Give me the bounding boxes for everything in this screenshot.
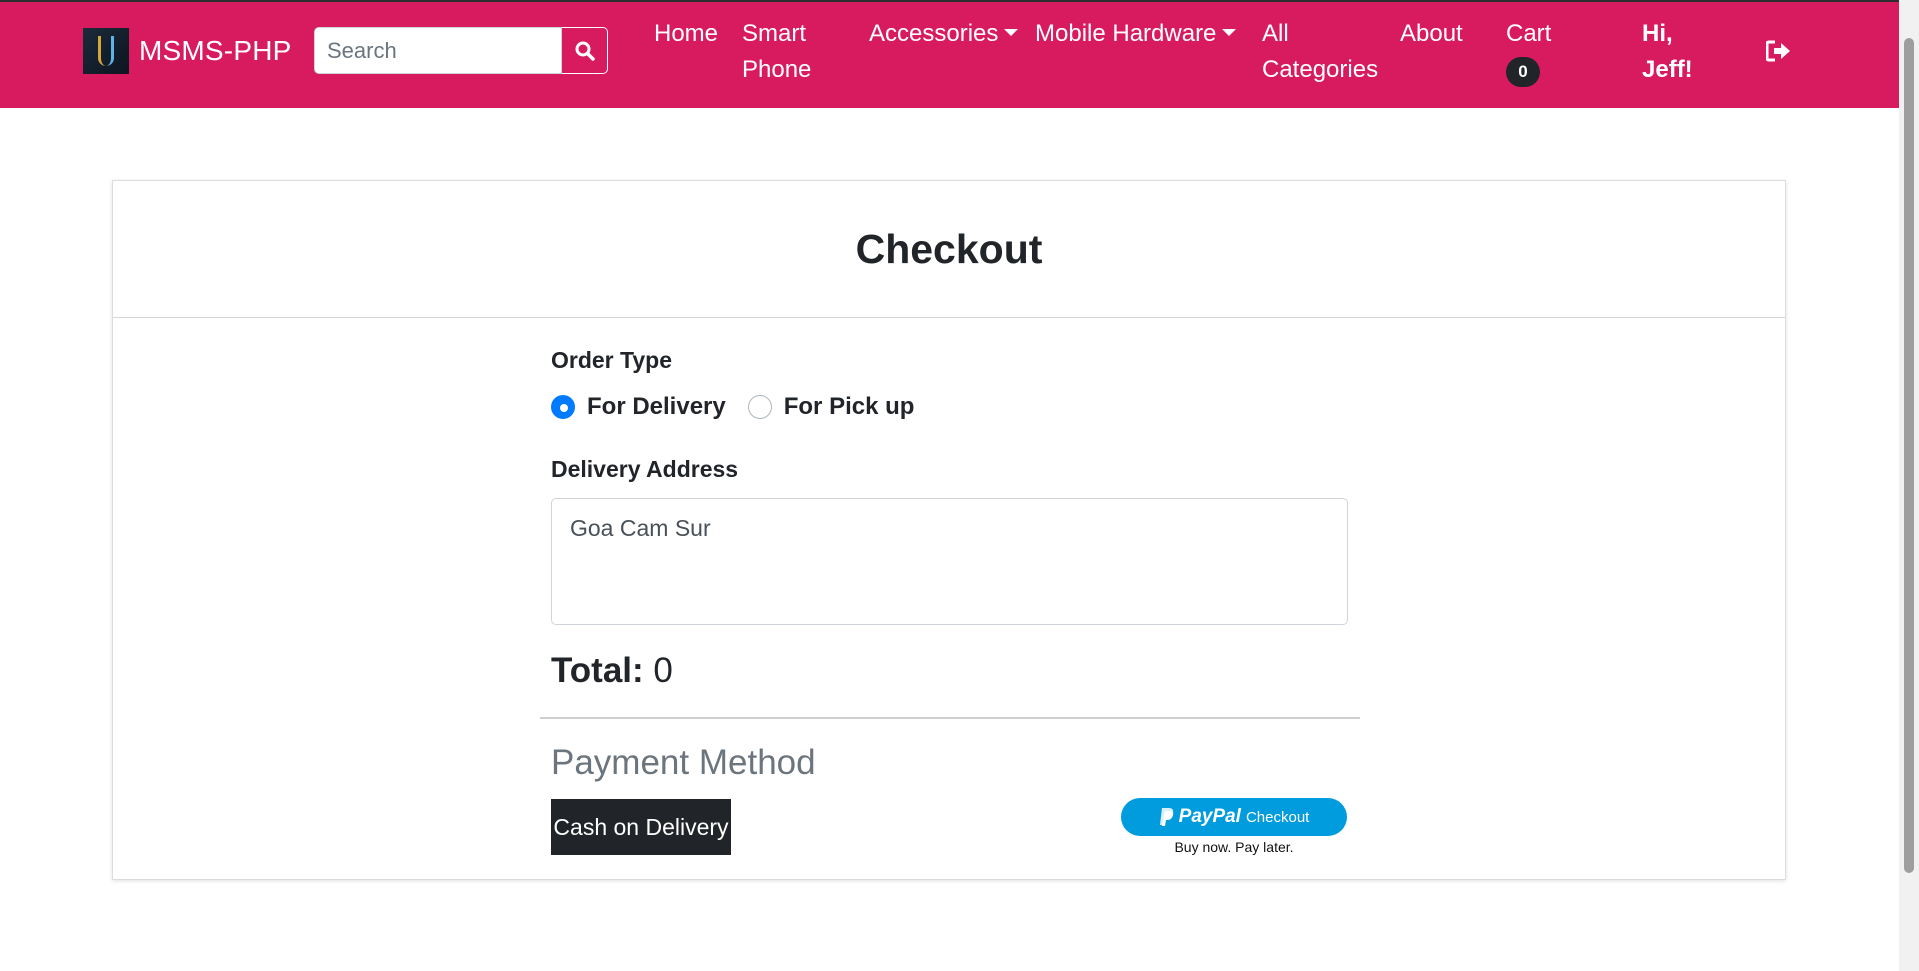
paypal-checkout-button[interactable]: PayPal Checkout <box>1121 798 1347 836</box>
divider <box>540 717 1360 719</box>
order-type-label: Order Type <box>551 347 672 373</box>
nav-all-categories-line1: All <box>1262 20 1289 47</box>
order-type-options: For Delivery For Pick up <box>551 393 936 421</box>
search-icon <box>575 41 595 61</box>
delivery-address-label: Delivery Address <box>551 456 739 482</box>
nav-home[interactable]: Home <box>654 16 718 52</box>
search-input[interactable] <box>314 27 562 74</box>
nav-mobile-hardware-label: Mobile Hardware <box>1035 20 1217 47</box>
page-title: Checkout <box>855 225 1043 272</box>
search-form <box>314 27 608 74</box>
paypal-icon <box>1159 808 1173 826</box>
cart-count-badge: 0 <box>1506 57 1540 87</box>
total-value: 0 <box>653 651 673 690</box>
search-button[interactable] <box>562 27 608 74</box>
paypal-tagline: Buy now. Pay later. <box>1174 839 1294 855</box>
paypal-checkout-label: Checkout <box>1245 808 1310 826</box>
delivery-address-field[interactable]: Goa Cam Sur <box>551 498 1348 625</box>
brand[interactable]: MSMS-PHP <box>83 28 292 74</box>
nav-smart-phone-line1: Smart <box>742 20 807 47</box>
radio-for-pickup-label[interactable]: For Pick up <box>784 393 915 421</box>
logout-button[interactable] <box>1765 40 1792 67</box>
user-greeting: Hi, Jeff! <box>1642 16 1693 88</box>
brand-logo <box>83 28 129 74</box>
nav-cart[interactable]: Cart 0 <box>1506 16 1551 88</box>
total-label: Total: <box>551 651 644 690</box>
payment-method-heading: Payment Method <box>551 743 816 782</box>
nav-accessories-label: Accessories <box>869 20 999 47</box>
user-greeting-line2: Jeff! <box>1642 56 1693 83</box>
nav-about[interactable]: About <box>1400 16 1463 52</box>
nav-smart-phone[interactable]: Smart Phone <box>742 16 811 88</box>
nav-cart-label: Cart <box>1506 20 1552 47</box>
nav-accessories-dropdown[interactable]: Accessories <box>869 16 1018 52</box>
nav-mobile-hardware-dropdown[interactable]: Mobile Hardware <box>1035 16 1236 52</box>
brand-name: MSMS-PHP <box>139 35 292 66</box>
nav-smart-phone-line2: Phone <box>742 56 812 83</box>
scrollbar-thumb[interactable] <box>1904 38 1914 873</box>
checkout-card: Checkout Order Type For Delivery For Pic… <box>112 180 1786 880</box>
order-total: Total: 0 <box>551 651 673 691</box>
radio-for-delivery-label[interactable]: For Delivery <box>587 393 726 421</box>
page-scrollbar[interactable] <box>1899 0 1919 971</box>
radio-for-delivery[interactable] <box>551 395 575 419</box>
cash-on-delivery-button[interactable]: Cash on Delivery <box>551 799 731 855</box>
card-header: Checkout <box>113 181 1785 318</box>
navbar: MSMS-PHP Home Smart Phone Accessories Mo… <box>0 0 1899 108</box>
paypal-logo-text: PayPal <box>1178 806 1241 827</box>
nav-all-categories-line2: Categories <box>1262 56 1379 83</box>
user-greeting-line1: Hi, <box>1642 20 1673 47</box>
sign-out-icon <box>1765 40 1790 62</box>
radio-for-pickup[interactable] <box>747 395 772 419</box>
nav-all-categories[interactable]: All Categories <box>1262 16 1378 88</box>
